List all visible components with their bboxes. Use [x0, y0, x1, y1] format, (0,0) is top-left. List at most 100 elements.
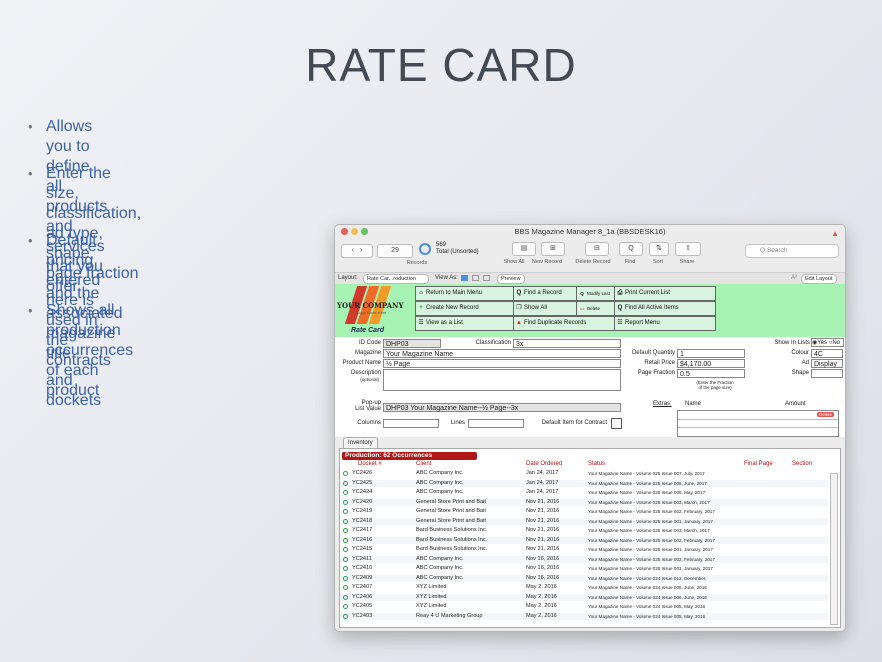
new-record-label: New Record	[531, 259, 563, 265]
colour-field[interactable]: 4C	[811, 349, 843, 358]
trash-icon: ▭	[579, 306, 585, 311]
production-row[interactable]: YC2411 ABC Company Inc. Nov 16, 2016 Your M…	[340, 555, 828, 563]
status-dot-icon	[343, 594, 348, 600]
bullet-dot: •	[28, 166, 33, 181]
report-menu-button[interactable]: ☰ Report Menu	[614, 316, 716, 331]
delete-record-button[interactable]: ⊟	[585, 242, 609, 256]
col-docket: Docket #	[358, 461, 382, 467]
production-header: Docket # Client Date Ordered Status Fina…	[340, 461, 840, 469]
production-row[interactable]: YC2407 XYZ Limited May 2, 2016 Your Magazin…	[340, 584, 828, 591]
list-view-icon[interactable]	[472, 275, 479, 281]
production-row[interactable]: YC2405 XYZ Limited May 2, 2016 Your Magazin…	[340, 603, 828, 610]
production-row[interactable]: YC2416 Bard Business Solutions Inc. Nov 21…	[340, 536, 828, 544]
sort-button[interactable]: ⇅	[649, 242, 669, 256]
docket-cell: YC2407	[352, 584, 373, 590]
default-quantity-label: Default Quantity	[631, 350, 675, 356]
status-cell: Your Magazine Name - Volume 025 Issue 00…	[588, 480, 707, 486]
return-main-menu-button[interactable]: ⌂ Return to Main Menu	[415, 286, 514, 301]
status-cell: Your Magazine Name - Volume 025 Issue 00…	[588, 471, 705, 476]
record-number-field[interactable]: 29	[377, 244, 413, 258]
status-dot-icon	[343, 480, 348, 486]
default-quantity-field[interactable]: 1	[677, 349, 745, 358]
delete-extra-button[interactable]: Delete	[816, 412, 834, 417]
production-row[interactable]: YC2403 Reay 4 U Marketing Group May 2, 201…	[340, 612, 828, 620]
ad-field[interactable]: Display	[811, 359, 843, 368]
text-format-icon[interactable]: A²	[791, 273, 797, 284]
show-all-button[interactable]: ▤	[512, 242, 536, 256]
magazine-field[interactable]: Your Magazine Name	[383, 349, 621, 358]
product-name-field[interactable]: ½ Page	[383, 359, 621, 368]
production-row[interactable]: YC2417 Bard Business Solutions Inc. Nov 21…	[340, 527, 828, 534]
find-duplicates-button[interactable]: ▲ Find Duplicate Records	[513, 316, 615, 331]
record-progress-icon	[419, 243, 431, 255]
date-cell: Nov 21, 2016	[526, 527, 560, 533]
lines-field[interactable]	[468, 419, 524, 428]
shape-field[interactable]	[811, 369, 843, 378]
delete-record-header-button[interactable]: ▭Delete Record	[576, 301, 615, 324]
form-view-icon[interactable]	[461, 275, 468, 281]
show-in-lists-radio[interactable]: ◉Yes ○No	[811, 338, 844, 347]
new-record-button[interactable]: ⊞	[541, 242, 565, 256]
production-row[interactable]: YC2419 General Store Print and Bait Nov 21…	[340, 508, 828, 515]
production-row[interactable]: YC2410 ABC Company Inc. Nov 16, 2016 Your M…	[340, 565, 828, 572]
production-row[interactable]: YC2415 Bard Business Solutions Inc. Nov 21…	[340, 546, 828, 553]
production-row[interactable]: YC2409 ABC Company Inc. Nov 16, 2016 Your M…	[340, 574, 828, 582]
client-cell: Bard Business Solutions Inc.	[416, 527, 488, 533]
logo-subtext: Logo Goes Here	[357, 310, 387, 315]
col-client: Client	[416, 461, 432, 467]
print-list-button[interactable]: ⎙ Print Current List	[614, 286, 716, 301]
table-view-icon[interactable]	[483, 275, 490, 281]
popup-list-field[interactable]: DHP03 Your Magazine Name--½ Page--3x	[383, 403, 621, 412]
page-fraction-field[interactable]: 0.5	[677, 369, 745, 378]
preview-button[interactable]: Preview	[497, 274, 525, 284]
magnifier-icon: Q	[580, 291, 584, 296]
view-as-label: View As:	[435, 275, 458, 281]
production-row[interactable]: YC2420 General Store Print and Bait Nov 21…	[340, 498, 828, 506]
columns-field[interactable]	[383, 419, 439, 428]
create-record-button[interactable]: + Create New Record	[415, 301, 514, 316]
client-cell: General Store Print and Bait	[416, 517, 486, 524]
extras-label: Extras:	[653, 401, 672, 407]
close-window-button[interactable]	[341, 228, 348, 235]
share-button[interactable]: ⇧	[675, 242, 701, 256]
id-code-label: ID Code	[358, 340, 381, 346]
extras-list[interactable]: Delete	[677, 410, 839, 437]
window-title: BBS Magazine Manager 8_1a (BBSDESK16)	[514, 227, 666, 236]
client-cell: XYZ Limited	[416, 584, 447, 590]
production-scrollbar[interactable]	[830, 473, 838, 625]
production-row[interactable]: YC2426 ABC Company Inc. Jan 24, 2017 Your M…	[340, 470, 828, 477]
find-record-button[interactable]: Q Find a Record	[513, 286, 577, 301]
layout-select[interactable]: Rate Car...roduction	[363, 274, 429, 284]
description-field[interactable]	[383, 369, 621, 391]
docket-cell: YC2418	[352, 517, 373, 524]
status-cell: Your Magazine Name - Volume 025 Issue 00…	[588, 509, 715, 514]
show-all-records-button[interactable]: ❐ Show All	[513, 301, 577, 316]
production-row[interactable]: YC2424 ABC Company Inc. Jan 24, 2017 Your M…	[340, 489, 828, 496]
default-item-checkbox[interactable]	[611, 418, 622, 429]
production-row[interactable]: YC2425 ABC Company Inc. Jan 24, 2017 Your M…	[340, 479, 828, 487]
docket-cell: YC2409	[352, 574, 373, 581]
production-count-badge: Production: 62 Occurrences	[342, 452, 477, 460]
popup-list-label: Pop-up List Value	[355, 400, 381, 412]
edit-layout-button[interactable]: Edit Layout	[801, 274, 837, 284]
view-as-list-button[interactable]: ☰ View as a List	[415, 316, 514, 331]
zoom-window-button[interactable]	[361, 228, 368, 235]
status-cell: Your Magazine Name - Volume 025 Issue 00…	[588, 490, 706, 495]
search-input[interactable]: Q Search	[745, 244, 839, 258]
date-cell: Nov 16, 2016	[526, 574, 560, 581]
record-nav-buttons[interactable]: ‹ ›	[341, 244, 373, 258]
find-button[interactable]: Q	[619, 242, 643, 256]
production-row[interactable]: YC2418 General Store Print and Bait Nov 21…	[340, 517, 828, 525]
retail-price-field[interactable]: $4,170.00	[677, 359, 745, 368]
col-date-ordered: Date Ordered	[526, 461, 563, 467]
status-cell: Your Magazine Name - Volume 024 Issue 00…	[588, 604, 706, 609]
date-cell: May 2, 2016	[526, 584, 557, 590]
date-cell: Jan 24, 2017	[526, 489, 559, 495]
modify-last-button[interactable]: Q Modify Last	[576, 286, 615, 301]
classification-field[interactable]: 3x	[513, 339, 621, 348]
id-code-field[interactable]: DHP03	[383, 339, 441, 348]
minimize-window-button[interactable]	[351, 228, 358, 235]
production-row[interactable]: YC2406 XYZ Limited May 2, 2016 Your Magazin…	[340, 593, 828, 601]
find-active-items-button[interactable]: Q Find All Active Items	[614, 301, 716, 316]
client-cell: XYZ Limited	[416, 593, 447, 600]
